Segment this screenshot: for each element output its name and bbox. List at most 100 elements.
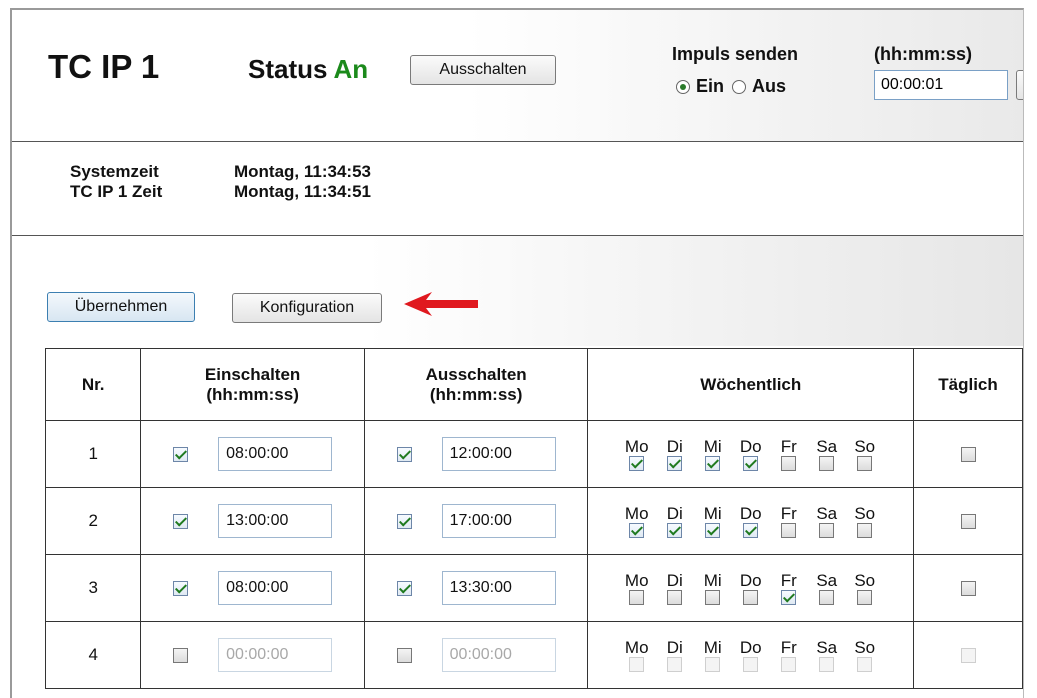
header-switch-off-format: (hh:mm:ss) (429, 384, 523, 404)
apply-button[interactable]: Übernehmen (47, 292, 195, 322)
day-checkbox-sa[interactable] (819, 523, 835, 538)
day-label: Mi (703, 437, 722, 456)
day-checkbox-do[interactable] (743, 657, 759, 672)
day-label: Sa (816, 571, 838, 590)
switch-off-enable-checkbox[interactable] (396, 647, 412, 663)
day-checkbox-mi[interactable] (705, 590, 721, 605)
switch-on-time-input[interactable] (218, 504, 333, 538)
day-label: Fr (780, 638, 797, 657)
day-checkbox-sa[interactable] (819, 590, 835, 605)
page-frame: TC IP 1 Status An Ausschalten Impuls send… (10, 8, 1024, 698)
impulse-duration-input[interactable] (874, 70, 1008, 100)
day-checkbox-so[interactable] (857, 657, 873, 672)
day-checkbox-fr[interactable] (781, 657, 797, 672)
day-checkbox-sa[interactable] (819, 456, 835, 471)
switch-on-time-input[interactable] (218, 571, 333, 605)
switch-on-time-input[interactable] (218, 638, 333, 672)
day-checkbox-mi[interactable] (705, 657, 721, 672)
switch-on-enable-checkbox[interactable] (173, 647, 189, 663)
switch-on-time-input[interactable] (218, 437, 333, 471)
action-bar (12, 236, 1023, 346)
switch-off-time-input[interactable] (441, 504, 556, 538)
switch-off-time-input[interactable] (441, 571, 556, 605)
schedule-table: Nr. Einschalten (hh:mm:ss) Ausschalten (… (44, 348, 1023, 689)
impulse-title: Impuls senden (672, 44, 799, 64)
status-display: Status An (248, 54, 368, 85)
status-value: An (333, 54, 369, 84)
table-row: 4 Mo Di Mi Do Fr Sa So (44, 621, 1023, 689)
row-number: 4 (44, 621, 142, 689)
daily-cell (913, 554, 1023, 622)
day-label: Sa (816, 638, 838, 657)
switch-on-cell (140, 420, 365, 488)
day-checkbox-mi[interactable] (705, 523, 721, 538)
impulse-radio-group: Ein Aus (676, 76, 786, 97)
day-label: Do (739, 638, 762, 657)
day-label: Di (666, 437, 683, 456)
system-time-value: Montag, 11:34:53 (234, 162, 371, 181)
row-number: 2 (44, 487, 142, 555)
daily-checkbox[interactable] (960, 581, 976, 597)
day-checkbox-mo[interactable] (629, 590, 645, 605)
day-label: Fr (780, 504, 797, 523)
daily-checkbox[interactable] (960, 447, 976, 463)
day-checkbox-fr[interactable] (781, 523, 797, 538)
configuration-button[interactable]: Konfiguration (232, 293, 382, 323)
daily-checkbox[interactable] (960, 648, 976, 664)
switch-off-enable-checkbox[interactable] (396, 580, 412, 596)
day-checkbox-so[interactable] (857, 456, 873, 471)
switch-off-time-input[interactable] (441, 437, 556, 471)
day-label: Do (739, 504, 762, 523)
day-checkbox-mo[interactable] (629, 523, 645, 538)
day-label: So (854, 571, 876, 590)
header-switch-off: Ausschalten (hh:mm:ss) (363, 348, 589, 421)
switch-on-enable-checkbox[interactable] (173, 580, 189, 596)
switch-off-time-input[interactable] (441, 638, 556, 672)
header-switch-on: Einschalten (hh:mm:ss) (140, 348, 365, 421)
daily-cell (913, 487, 1023, 555)
switch-on-enable-checkbox[interactable] (173, 446, 189, 462)
switch-off-enable-checkbox[interactable] (396, 513, 412, 529)
impulse-send-button[interactable] (1016, 70, 1023, 100)
weekly-cell: Mo Di Mi Do Fr Sa So (587, 554, 915, 622)
device-time-label: TC IP 1 Zeit (70, 182, 163, 201)
day-checkbox-sa[interactable] (819, 657, 835, 672)
day-label: Di (666, 504, 683, 523)
day-checkbox-di[interactable] (667, 657, 683, 672)
device-time-value: Montag, 11:34:51 (234, 182, 371, 201)
day-checkbox-do[interactable] (743, 590, 759, 605)
day-checkbox-mo[interactable] (629, 456, 645, 471)
switch-off-cell (363, 487, 589, 555)
day-checkbox-do[interactable] (743, 523, 759, 538)
table-row: 2 Mo Di Mi Do Fr Sa So (44, 487, 1023, 555)
duration-label: (hh:mm:ss) (874, 44, 972, 64)
day-checkbox-do[interactable] (743, 456, 759, 471)
day-label: Do (739, 571, 762, 590)
day-checkbox-so[interactable] (857, 590, 873, 605)
day-checkbox-di[interactable] (667, 456, 683, 471)
day-label: Fr (780, 571, 797, 590)
day-checkbox-di[interactable] (667, 523, 683, 538)
day-label: Fr (780, 437, 797, 456)
day-label: Mi (703, 504, 722, 523)
day-checkbox-di[interactable] (667, 590, 683, 605)
day-checkbox-so[interactable] (857, 523, 873, 538)
day-checkbox-mo[interactable] (629, 657, 645, 672)
impulse-off-radio[interactable] (732, 79, 747, 94)
switch-off-button[interactable]: Ausschalten (410, 55, 556, 85)
day-label: Mo (624, 571, 649, 590)
daily-checkbox[interactable] (960, 514, 976, 530)
daily-cell (913, 621, 1023, 689)
switch-on-enable-checkbox[interactable] (173, 513, 189, 529)
impulse-on-radio[interactable] (676, 79, 690, 94)
day-checkbox-mi[interactable] (705, 456, 721, 471)
switch-off-enable-checkbox[interactable] (396, 446, 412, 462)
red-arrow-icon (404, 292, 478, 316)
day-label: So (854, 638, 876, 657)
weekly-cell: Mo Di Mi Do Fr Sa So (587, 621, 915, 689)
day-checkbox-fr[interactable] (781, 590, 797, 605)
header: TC IP 1 Status An Ausschalten Impuls send… (12, 10, 1023, 142)
day-checkbox-fr[interactable] (781, 456, 797, 471)
day-label: Sa (816, 437, 838, 456)
header-weekly: Wöchentlich (587, 348, 915, 421)
